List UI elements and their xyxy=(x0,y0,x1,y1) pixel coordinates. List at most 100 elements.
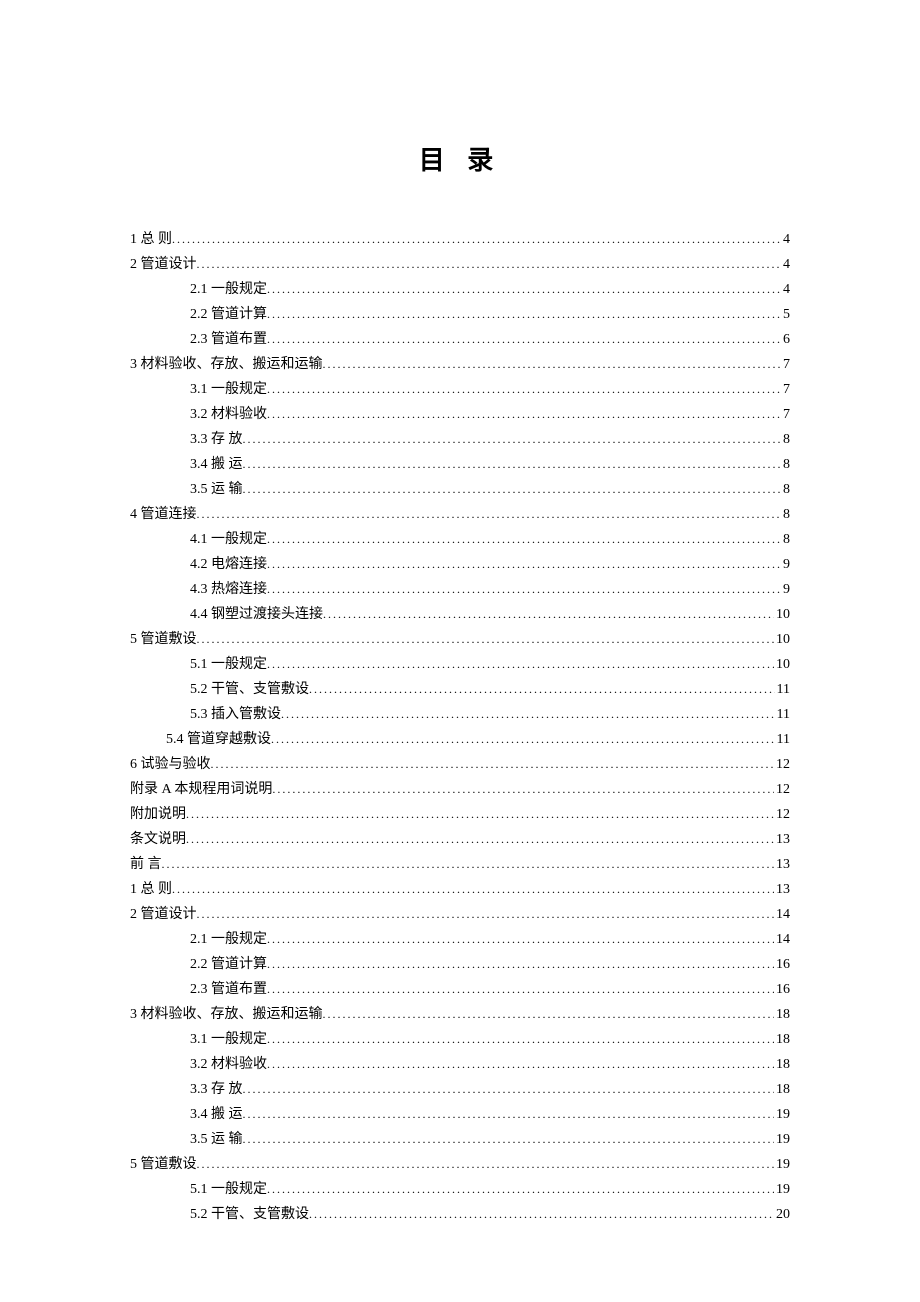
toc-entry: 1 总 则4 xyxy=(130,227,790,252)
toc-leader-dots xyxy=(243,452,782,477)
toc-leader-dots xyxy=(172,877,774,902)
toc-entry-label: 3.2 材料验收 xyxy=(190,1053,267,1077)
toc-leader-dots xyxy=(267,1027,774,1052)
toc-leader-dots xyxy=(309,677,775,702)
toc-entry-page: 14 xyxy=(774,928,790,952)
toc-entry-label: 3.3 存 放 xyxy=(190,428,243,452)
toc-entry-page: 6 xyxy=(781,328,790,352)
toc-leader-dots xyxy=(243,427,782,452)
toc-entry-label: 5.2 干管、支管敷设 xyxy=(190,678,309,702)
toc-entry-label: 1 总 则 xyxy=(130,878,172,902)
toc-entry: 4 管道连接 8 xyxy=(130,502,790,527)
toc-entry-page: 20 xyxy=(774,1203,790,1227)
toc-entry: 3.3 存 放8 xyxy=(130,427,790,452)
toc-entry-page: 4 xyxy=(781,278,790,302)
toc-entry-label: 5.2 干管、支管敷设 xyxy=(190,1203,309,1227)
toc-entry: 3.1 一般规定18 xyxy=(130,1027,790,1052)
toc-entry: 2 管道设计4 xyxy=(130,252,790,277)
toc-entry-page: 13 xyxy=(774,878,790,902)
toc-leader-dots xyxy=(271,727,775,752)
toc-entry: 2 管道设计14 xyxy=(130,902,790,927)
toc-entry: 5.4 管道穿越敷设11 xyxy=(130,727,790,752)
toc-entry-page: 8 xyxy=(781,503,790,527)
toc-leader-dots xyxy=(267,377,781,402)
toc-leader-dots xyxy=(267,327,781,352)
toc-entry: 4.2 电熔连接9 xyxy=(130,552,790,577)
toc-entry-label: 5.4 管道穿越敷设 xyxy=(166,728,271,752)
toc-entry: 3 材料验收、存放、搬运和运输18 xyxy=(130,1002,790,1027)
toc-entry-label: 附加说明 xyxy=(130,803,186,827)
toc-entry-label: 5 管道敷设 xyxy=(130,1153,197,1177)
toc-entry-page: 10 xyxy=(774,628,790,652)
toc-entry-page: 5 xyxy=(781,303,790,327)
toc-entry: 2.3 管道布置6 xyxy=(130,327,790,352)
toc-leader-dots xyxy=(162,852,775,877)
toc-entry-label: 2.1 一般规定 xyxy=(190,278,267,302)
toc-entry-label: 3.2 材料验收 xyxy=(190,403,267,427)
toc-entry-label: 2 管道设计 xyxy=(130,903,197,927)
toc-entry-label: 4.4 钢塑过渡接头连接 xyxy=(190,603,323,627)
toc-leader-dots xyxy=(272,777,774,802)
toc-leader-dots xyxy=(323,352,782,377)
toc-entry: 5.2 干管、支管敷设 20 xyxy=(130,1202,790,1227)
toc-entry: 5.1 一般规定10 xyxy=(130,652,790,677)
toc-leader-dots xyxy=(267,952,774,977)
toc-entry-label: 3.5 运 输 xyxy=(190,1128,243,1152)
toc-leader-dots xyxy=(243,1077,775,1102)
toc-leader-dots xyxy=(197,627,775,652)
toc-entry-page: 8 xyxy=(781,453,790,477)
toc-entry-page: 12 xyxy=(774,778,790,802)
toc-leader-dots xyxy=(211,752,775,777)
toc-entry: 4.4 钢塑过渡接头连接10 xyxy=(130,602,790,627)
toc-entry-label: 4.2 电熔连接 xyxy=(190,553,267,577)
toc-entry: 附加说明 12 xyxy=(130,802,790,827)
toc-entry-page: 16 xyxy=(774,978,790,1002)
toc-entry: 5.3 插入管敷设11 xyxy=(130,702,790,727)
toc-entry-label: 1 总 则 xyxy=(130,228,172,252)
toc-entry-label: 4.3 热熔连接 xyxy=(190,578,267,602)
toc-entry-label: 条文说明 xyxy=(130,828,186,852)
toc-entry: 3.5 运 输8 xyxy=(130,477,790,502)
toc-leader-dots xyxy=(323,602,774,627)
toc-entry-page: 11 xyxy=(775,678,790,702)
toc-leader-dots xyxy=(172,227,781,252)
toc-entry: 5.2 干管、支管敷设 11 xyxy=(130,677,790,702)
toc-leader-dots xyxy=(197,502,782,527)
toc-entry: 3.2 材料验收18 xyxy=(130,1052,790,1077)
toc-entry-page: 13 xyxy=(774,853,790,877)
toc-entry-label: 前 言 xyxy=(130,853,162,877)
toc-leader-dots xyxy=(267,927,774,952)
toc-entry: 3.1 一般规定7 xyxy=(130,377,790,402)
toc-entry: 3.5 运 输19 xyxy=(130,1127,790,1152)
toc-entry-page: 12 xyxy=(774,803,790,827)
toc-entry-label: 3 材料验收、存放、搬运和运输 xyxy=(130,353,323,377)
toc-entry-page: 7 xyxy=(781,353,790,377)
toc-entry-page: 16 xyxy=(774,953,790,977)
toc-leader-dots xyxy=(323,1002,775,1027)
toc-entry-label: 3 材料验收、存放、搬运和运输 xyxy=(130,1003,323,1027)
toc-entry-page: 12 xyxy=(774,753,790,777)
toc-entry: 4.1 一般规定 8 xyxy=(130,527,790,552)
toc-entry-page: 7 xyxy=(781,378,790,402)
toc-leader-dots xyxy=(267,1177,774,1202)
toc-entry: 3 材料验收、存放、搬运和运输 7 xyxy=(130,352,790,377)
toc-entry-label: 2 管道设计 xyxy=(130,253,197,277)
toc-entry-page: 19 xyxy=(774,1178,790,1202)
toc-entry: 3.4 搬 运8 xyxy=(130,452,790,477)
toc-entry-label: 5.1 一般规定 xyxy=(190,1178,267,1202)
toc-entry-page: 7 xyxy=(781,403,790,427)
toc-leader-dots xyxy=(267,1052,774,1077)
toc-entry-label: 4.1 一般规定 xyxy=(190,528,267,552)
toc-entry-page: 8 xyxy=(781,528,790,552)
toc-entry-label: 6 试验与验收 xyxy=(130,753,211,777)
toc-entry-label: 3.4 搬 运 xyxy=(190,1103,243,1127)
toc-entry: 4.3 热熔连接9 xyxy=(130,577,790,602)
toc-entry-label: 4 管道连接 xyxy=(130,503,197,527)
toc-entry-label: 5 管道敷设 xyxy=(130,628,197,652)
toc-entry-label: 3.5 运 输 xyxy=(190,478,243,502)
toc-entry-label: 2.2 管道计算 xyxy=(190,953,267,977)
toc-entry-page: 18 xyxy=(774,1028,790,1052)
toc-entry-label: 附录 A 本规程用词说明 xyxy=(130,778,272,802)
toc-leader-dots xyxy=(267,577,781,602)
toc-entry: 附录 A 本规程用词说明 12 xyxy=(130,777,790,802)
